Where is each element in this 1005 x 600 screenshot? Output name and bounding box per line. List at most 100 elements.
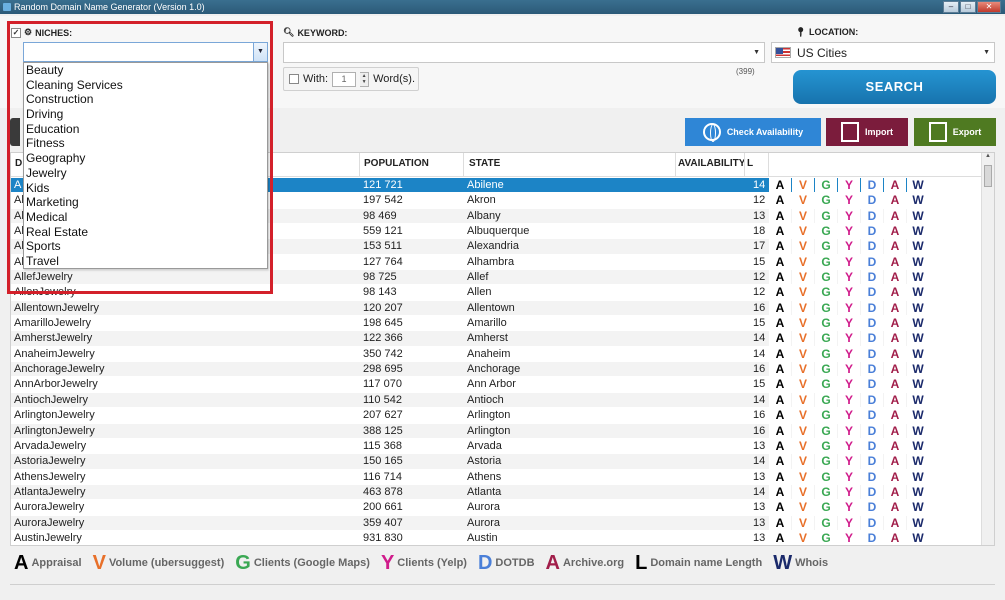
table-row[interactable]: AuroraJewelry 200 661 Aurora 13 A V G Y D A W xyxy=(11,500,929,516)
availability-check-icon[interactable]: A xyxy=(769,239,791,255)
availability-check-icon[interactable]: A xyxy=(884,423,906,439)
availability-check-icon[interactable]: V xyxy=(792,500,814,516)
availability-check-icon[interactable]: D xyxy=(861,316,883,332)
availability-check-icon[interactable]: D xyxy=(861,254,883,271)
table-row[interactable]: AnaheimJewelry 350 742 Anaheim 14 A V G Y D A W xyxy=(11,346,929,363)
availability-check-icon[interactable]: D xyxy=(861,224,883,240)
availability-check-icon[interactable]: V xyxy=(792,254,814,271)
availability-check-icon[interactable]: V xyxy=(792,300,814,317)
table-row[interactable]: AuroraJewelry 359 407 Aurora 13 A V G Y D A W xyxy=(11,515,929,531)
availability-check-icon[interactable]: A xyxy=(769,500,791,516)
availability-check-icon[interactable]: A xyxy=(769,331,791,347)
availability-check-icon[interactable]: D xyxy=(861,377,883,393)
availability-check-icon[interactable]: V xyxy=(792,224,814,240)
header-availability[interactable]: AVAILABILITY xyxy=(678,158,745,169)
availability-check-icon[interactable]: W xyxy=(907,346,929,363)
availability-check-icon[interactable]: A xyxy=(769,515,791,531)
availability-check-icon[interactable]: A xyxy=(884,530,906,545)
availability-check-icon[interactable]: V xyxy=(792,239,814,255)
availability-check-icon[interactable]: A xyxy=(884,515,906,531)
availability-check-icon[interactable]: A xyxy=(769,362,791,378)
availability-check-icon[interactable]: D xyxy=(861,423,883,439)
availability-check-icon[interactable]: A xyxy=(884,178,906,194)
availability-check-icon[interactable]: A xyxy=(884,285,906,301)
availability-check-icon[interactable]: G xyxy=(815,193,837,209)
availability-check-icon[interactable]: W xyxy=(907,377,929,393)
niche-option[interactable]: Jewelry xyxy=(24,166,267,181)
niche-option[interactable]: Education xyxy=(24,122,267,137)
availability-check-icon[interactable]: W xyxy=(907,530,929,545)
availability-check-icon[interactable]: G xyxy=(815,178,837,194)
availability-check-icon[interactable]: G xyxy=(815,500,837,516)
availability-check-icon[interactable]: Y xyxy=(838,377,860,393)
availability-check-icon[interactable]: W xyxy=(907,423,929,439)
availability-check-icon[interactable]: A xyxy=(769,408,791,424)
export-button[interactable]: Export xyxy=(914,118,996,146)
search-button[interactable]: SEARCH xyxy=(793,70,996,104)
collapsed-panel-tab[interactable] xyxy=(10,118,20,146)
availability-check-icon[interactable]: V xyxy=(792,454,814,470)
availability-check-icon[interactable]: A xyxy=(884,193,906,209)
niche-option[interactable]: Marketing xyxy=(24,195,267,210)
availability-check-icon[interactable]: Y xyxy=(838,515,860,531)
availability-check-icon[interactable]: G xyxy=(815,316,837,332)
availability-check-icon[interactable]: W xyxy=(907,270,929,286)
availability-check-icon[interactable]: W xyxy=(907,484,929,501)
availability-check-icon[interactable]: A xyxy=(884,392,906,409)
check-availability-button[interactable]: Check Availability xyxy=(685,118,821,146)
niche-option[interactable]: Cleaning Services xyxy=(24,78,267,93)
availability-check-icon[interactable]: A xyxy=(769,254,791,271)
availability-check-icon[interactable]: A xyxy=(769,454,791,470)
availability-check-icon[interactable]: W xyxy=(907,300,929,317)
availability-check-icon[interactable]: Y xyxy=(838,208,860,225)
availability-check-icon[interactable]: A xyxy=(769,193,791,209)
availability-check-icon[interactable]: W xyxy=(907,285,929,301)
availability-check-icon[interactable]: Y xyxy=(838,500,860,516)
chevron-down-icon[interactable]: ▼ xyxy=(983,49,990,56)
availability-check-icon[interactable]: V xyxy=(792,469,814,485)
availability-check-icon[interactable]: G xyxy=(815,239,837,255)
table-row[interactable]: AllentownJewelry 120 207 Allentown 16 A V G Y D A… xyxy=(11,300,929,317)
availability-check-icon[interactable]: V xyxy=(792,270,814,286)
availability-check-icon[interactable]: Y xyxy=(838,285,860,301)
availability-check-icon[interactable]: W xyxy=(907,239,929,255)
location-dropdown[interactable]: US Cities ▼ xyxy=(771,42,995,63)
availability-check-icon[interactable]: A xyxy=(769,178,791,194)
niche-option[interactable]: Construction xyxy=(24,92,267,107)
availability-check-icon[interactable]: V xyxy=(792,178,814,194)
table-row[interactable]: AnchorageJewelry 298 695 Anchorage 16 A V G Y D A… xyxy=(11,362,929,378)
availability-check-icon[interactable]: A xyxy=(884,239,906,255)
availability-check-icon[interactable]: Y xyxy=(838,224,860,240)
availability-check-icon[interactable]: D xyxy=(861,515,883,531)
availability-check-icon[interactable]: V xyxy=(792,438,814,455)
availability-check-icon[interactable]: D xyxy=(861,362,883,378)
with-checkbox[interactable] xyxy=(289,74,299,84)
availability-check-icon[interactable]: W xyxy=(907,515,929,531)
availability-check-icon[interactable]: Y xyxy=(838,254,860,271)
availability-check-icon[interactable]: D xyxy=(861,193,883,209)
availability-check-icon[interactable]: A xyxy=(769,392,791,409)
availability-check-icon[interactable]: D xyxy=(861,469,883,485)
niche-option[interactable]: Sports xyxy=(24,239,267,254)
availability-check-icon[interactable]: D xyxy=(861,484,883,501)
availability-check-icon[interactable]: Y xyxy=(838,362,860,378)
availability-check-icon[interactable]: W xyxy=(907,438,929,455)
availability-check-icon[interactable]: D xyxy=(861,392,883,409)
availability-check-icon[interactable]: W xyxy=(907,254,929,271)
availability-check-icon[interactable]: G xyxy=(815,408,837,424)
availability-check-icon[interactable]: G xyxy=(815,469,837,485)
availability-check-icon[interactable]: W xyxy=(907,178,929,194)
availability-check-icon[interactable]: Y xyxy=(838,438,860,455)
availability-check-icon[interactable]: A xyxy=(884,408,906,424)
table-row[interactable]: AmarilloJewelry 198 645 Amarillo 15 A V G Y D A W xyxy=(11,316,929,332)
availability-check-icon[interactable]: D xyxy=(861,331,883,347)
niches-dropdown[interactable]: ▼ xyxy=(23,42,268,62)
availability-check-icon[interactable]: A xyxy=(884,316,906,332)
availability-check-icon[interactable]: V xyxy=(792,423,814,439)
niche-option[interactable]: Fitness xyxy=(24,136,267,151)
niche-option[interactable]: Kids xyxy=(24,181,267,196)
table-row[interactable]: ArlingtonJewelry 388 125 Arlington 16 A V G Y D A… xyxy=(11,423,929,439)
availability-check-icon[interactable]: G xyxy=(815,331,837,347)
availability-check-icon[interactable]: D xyxy=(861,239,883,255)
availability-check-icon[interactable]: D xyxy=(861,530,883,545)
